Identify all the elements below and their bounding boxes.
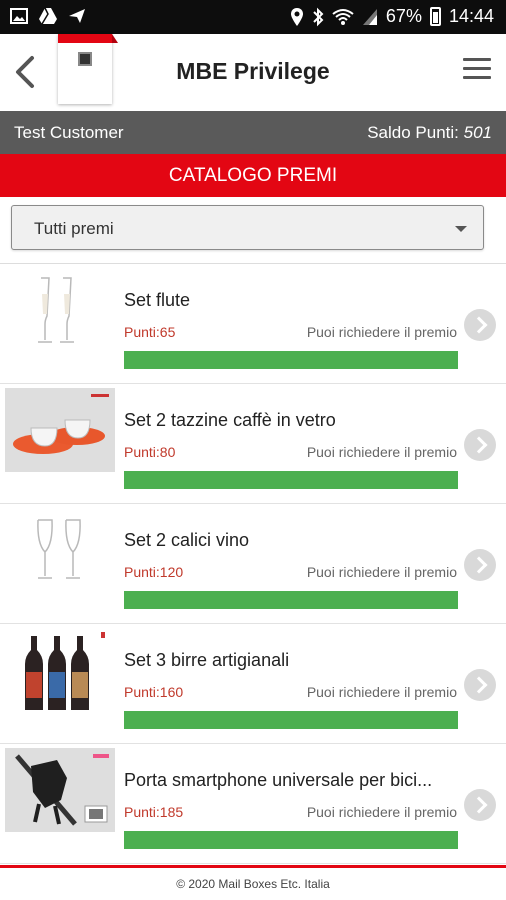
location-icon <box>290 7 303 26</box>
bike-phone-holder-image <box>5 748 115 832</box>
reward-progress-bar <box>124 471 458 489</box>
send-notification-icon <box>69 9 85 23</box>
footer-copyright: © 2020 Mail Boxes Etc. Italia <box>176 877 330 891</box>
reward-name: Set flute <box>124 290 191 310</box>
points-balance-value: 501 <box>463 123 492 142</box>
chevron-right-icon[interactable] <box>464 669 496 701</box>
glass-espresso-cups-image <box>5 388 115 472</box>
customer-bar: Test Customer Saldo Punti: 501 <box>0 111 506 154</box>
reward-name: Set 3 birre artigianali <box>124 650 290 670</box>
status-notification-icons <box>10 7 86 25</box>
filter-selected-value: Tutti premi <box>34 219 114 238</box>
reward-item[interactable]: Set flute Punti:65 Puoi richiedere il pr… <box>0 264 506 384</box>
dropdown-caret-icon <box>455 226 467 232</box>
reward-progress-bar <box>124 591 458 609</box>
chevron-right-icon[interactable] <box>464 549 496 581</box>
chevron-right-icon[interactable] <box>464 789 496 821</box>
craft-beer-bottles-image <box>25 632 105 710</box>
reward-status: Puoi richiedere il premio <box>306 564 457 580</box>
drive-notification-icon <box>39 7 57 25</box>
reward-item[interactable]: Set 3 birre artigianali Punti:160 Puoi r… <box>0 624 506 744</box>
reward-item[interactable]: Porta smartphone universale per bici... … <box>0 744 506 864</box>
points-balance: Saldo Punti: 501 <box>367 123 492 143</box>
reward-points: Punti:120 <box>124 564 184 580</box>
reward-name: Porta smartphone universale per bici... <box>124 770 433 790</box>
champagne-flutes-image <box>38 277 74 343</box>
reward-status: Puoi richiedere il premio <box>306 684 457 700</box>
reward-progress-bar <box>124 831 458 849</box>
battery-icon <box>429 7 441 26</box>
app-title: MBE Privilege <box>176 58 330 84</box>
chevron-right-icon[interactable] <box>464 309 496 341</box>
points-balance-label: Saldo Punti: <box>367 123 459 142</box>
reward-status: Puoi richiedere il premio <box>306 804 457 820</box>
chevron-right-icon[interactable] <box>464 429 496 461</box>
reward-name: Set 2 calici vino <box>124 530 250 550</box>
bluetooth-icon <box>313 7 324 26</box>
reward-name: Set 2 tazzine caffè in vetro <box>124 410 336 430</box>
status-system-icons: 67% 14:44 <box>290 6 494 27</box>
reward-item[interactable]: Set 2 calici vino Punti:120 Puoi richied… <box>0 504 506 624</box>
wifi-icon <box>332 8 354 25</box>
image-notification-icon <box>10 8 28 24</box>
reward-status: Puoi richiedere il premio <box>306 324 457 340</box>
reward-list: Set flute Punti:65 Puoi richiedere il pr… <box>0 264 506 864</box>
reward-points: Punti:160 <box>124 684 184 700</box>
reward-item[interactable]: Set 2 tazzine caffè in vetro Punti:80 Pu… <box>0 384 506 504</box>
status-bar: 67% 14:44 <box>0 0 506 34</box>
signal-icon <box>362 8 377 25</box>
wine-glasses-image <box>37 519 81 579</box>
hamburger-menu-icon[interactable] <box>463 58 491 80</box>
reward-status: Puoi richiedere il premio <box>306 444 457 460</box>
battery-percent: 67% <box>385 6 422 26</box>
category-filter-dropdown[interactable]: Tutti premi <box>11 205 484 250</box>
reward-points: Punti:65 <box>124 324 176 340</box>
app-header: MBE Privilege <box>0 34 506 111</box>
clock: 14:44 <box>448 6 494 26</box>
reward-progress-bar <box>124 351 458 369</box>
reward-progress-bar <box>124 711 458 729</box>
reward-points: Punti:185 <box>124 804 184 820</box>
section-title: CATALOGO PREMI <box>0 154 506 197</box>
customer-name: Test Customer <box>14 123 124 142</box>
reward-points: Punti:80 <box>124 444 176 460</box>
